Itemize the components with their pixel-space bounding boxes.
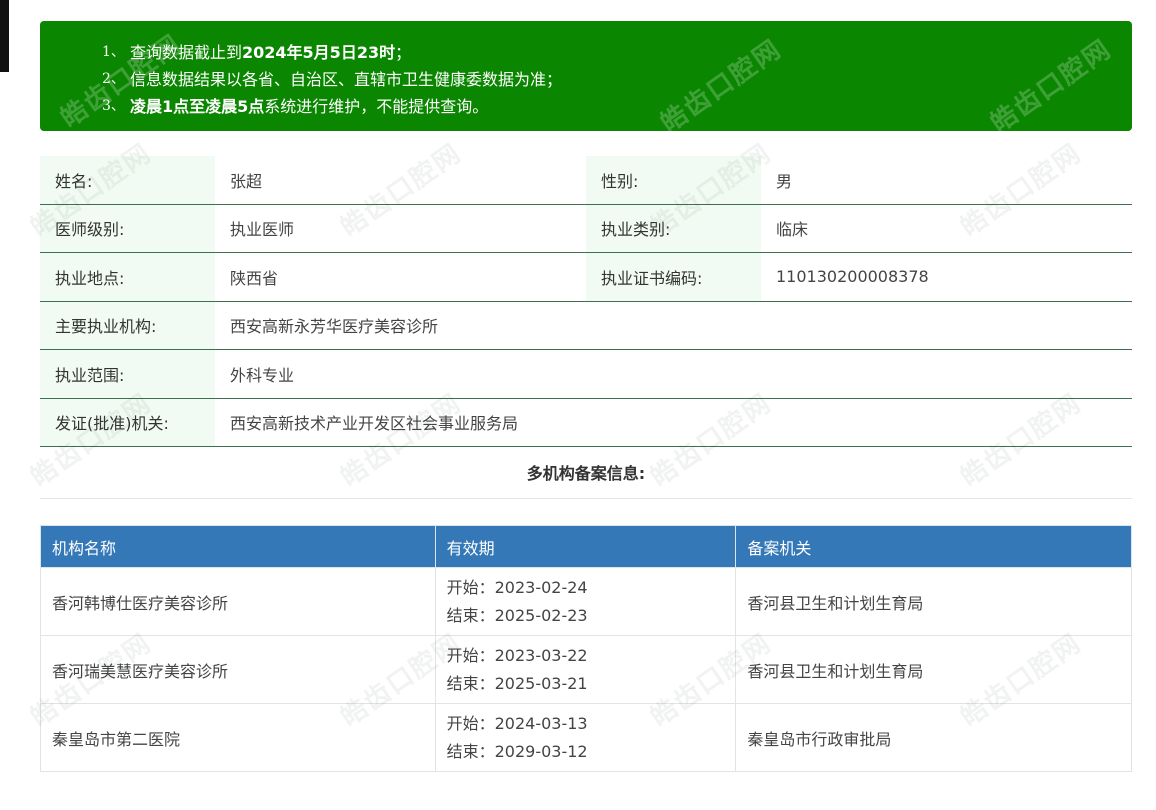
notice-bold-text: 凌晨1点至凌晨5点 — [130, 97, 265, 116]
notice-banner: 1、 查询数据截止到2024年5月5日23时； 2、 信息数据结果以各省、自治区、直… — [40, 21, 1132, 131]
table-row: 香河韩博仕医疗美容诊所 开始：2023-02-24 结束：2025-02-23 … — [40, 567, 1132, 636]
notice-bold-text: 2024年5月5日23时 — [242, 43, 396, 62]
multi-org-title: 多机构备案信息: — [40, 449, 1132, 499]
notice-item-3: 3、 凌晨1点至凌晨5点系统进行维护，不能提供查询。 — [40, 93, 1132, 120]
level-value: 执业医师 — [230, 220, 295, 240]
issuer-value: 西安高新技术产业开发区社会事业服务局 — [230, 414, 519, 434]
category-value: 临床 — [776, 220, 809, 240]
org-cell: 香河瑞美慧医疗美容诊所 — [40, 635, 436, 704]
org-cell: 秦皇岛市第二医院 — [40, 703, 436, 772]
info-row-level: 医师级别: 执业医师 执业类别: 临床 — [40, 204, 1132, 253]
notice-list: 1、 查询数据截止到2024年5月5日23时； 2、 信息数据结果以各省、自治区、直… — [40, 21, 1132, 120]
notice-text: 系统进行维护，不能提供查询。 — [264, 97, 489, 116]
end-date: 结束：2029-03-12 — [446, 741, 588, 761]
table-row: 香河瑞美慧医疗美容诊所 开始：2023-03-22 结束：2025-03-21 … — [40, 635, 1132, 704]
validity-cell: 开始：2023-03-22 结束：2025-03-21 — [434, 635, 737, 704]
column-header-authority: 备案机关 — [735, 525, 1132, 568]
level-label: 医师级别: — [40, 204, 215, 252]
scope-label: 执业范围: — [40, 350, 215, 398]
org-value: 西安高新永芳华医疗美容诊所 — [230, 317, 439, 337]
location-value: 陕西省 — [230, 268, 279, 288]
column-header-validity: 有效期 — [434, 525, 737, 568]
table-row: 秦皇岛市第二医院 开始：2024-03-13 结束：2029-03-12 秦皇岛… — [40, 703, 1132, 772]
info-row-org: 主要执业机构: 西安高新永芳华医疗美容诊所 — [40, 301, 1132, 350]
org-label: 主要执业机构: — [40, 301, 215, 349]
name-label: 姓名: — [40, 156, 215, 204]
column-header-org: 机构名称 — [40, 525, 436, 568]
notice-text: 信息数据结果以各省、自治区、直辖市卫生健康委数据为准； — [130, 70, 563, 89]
multi-org-table: 机构名称 有效期 备案机关 香河韩博仕医疗美容诊所 开始：2023-02-24 … — [40, 525, 1132, 772]
start-date: 开始：2023-02-24 — [446, 577, 588, 597]
start-date: 开始：2023-03-22 — [446, 645, 588, 665]
table-header-row: 机构名称 有效期 备案机关 — [40, 525, 1132, 568]
notice-item-2: 2、 信息数据结果以各省、自治区、直辖市卫生健康委数据为准； — [40, 66, 1132, 93]
category-label: 执业类别: — [586, 204, 761, 252]
validity-cell: 开始：2024-03-13 结束：2029-03-12 — [434, 703, 737, 772]
info-row-location: 执业地点: 陕西省 执业证书编码: 110130200008378 — [40, 253, 1132, 302]
org-cell: 香河韩博仕医疗美容诊所 — [40, 567, 436, 636]
notice-item-1: 1、 查询数据截止到2024年5月5日23时； — [40, 39, 1132, 66]
end-date: 结束：2025-03-21 — [446, 673, 588, 693]
name-value: 张超 — [230, 171, 263, 191]
gender-label: 性别: — [586, 156, 761, 204]
left-edge-bar — [0, 0, 9, 72]
info-row-issuer: 发证(批准)机关: 西安高新技术产业开发区社会事业服务局 — [40, 398, 1132, 447]
authority-cell: 秦皇岛市行政审批局 — [735, 703, 1132, 772]
authority-cell: 香河县卫生和计划生育局 — [735, 567, 1132, 636]
scope-value: 外科专业 — [230, 365, 295, 385]
gender-value: 男 — [776, 171, 793, 191]
notice-text: ； — [395, 43, 412, 62]
info-row-scope: 执业范围: 外科专业 — [40, 350, 1132, 399]
authority-cell: 香河县卫生和计划生育局 — [735, 635, 1132, 704]
cert-value: 110130200008378 — [776, 267, 929, 287]
location-label: 执业地点: — [40, 253, 215, 301]
page: 1、 查询数据截止到2024年5月5日23时； 2、 信息数据结果以各省、自治区、直… — [0, 0, 1156, 810]
cert-label: 执业证书编码: — [586, 253, 761, 301]
issuer-label: 发证(批准)机关: — [40, 398, 215, 446]
doctor-info-table: 姓名: 张超 性别: 男 医师级别: 执业医师 执业类别: 临床 执业地点: 陕… — [40, 156, 1132, 447]
start-date: 开始：2024-03-13 — [446, 713, 588, 733]
info-row-name: 姓名: 张超 性别: 男 — [40, 156, 1132, 205]
validity-cell: 开始：2023-02-24 结束：2025-02-23 — [434, 567, 737, 636]
end-date: 结束：2025-02-23 — [446, 605, 588, 625]
